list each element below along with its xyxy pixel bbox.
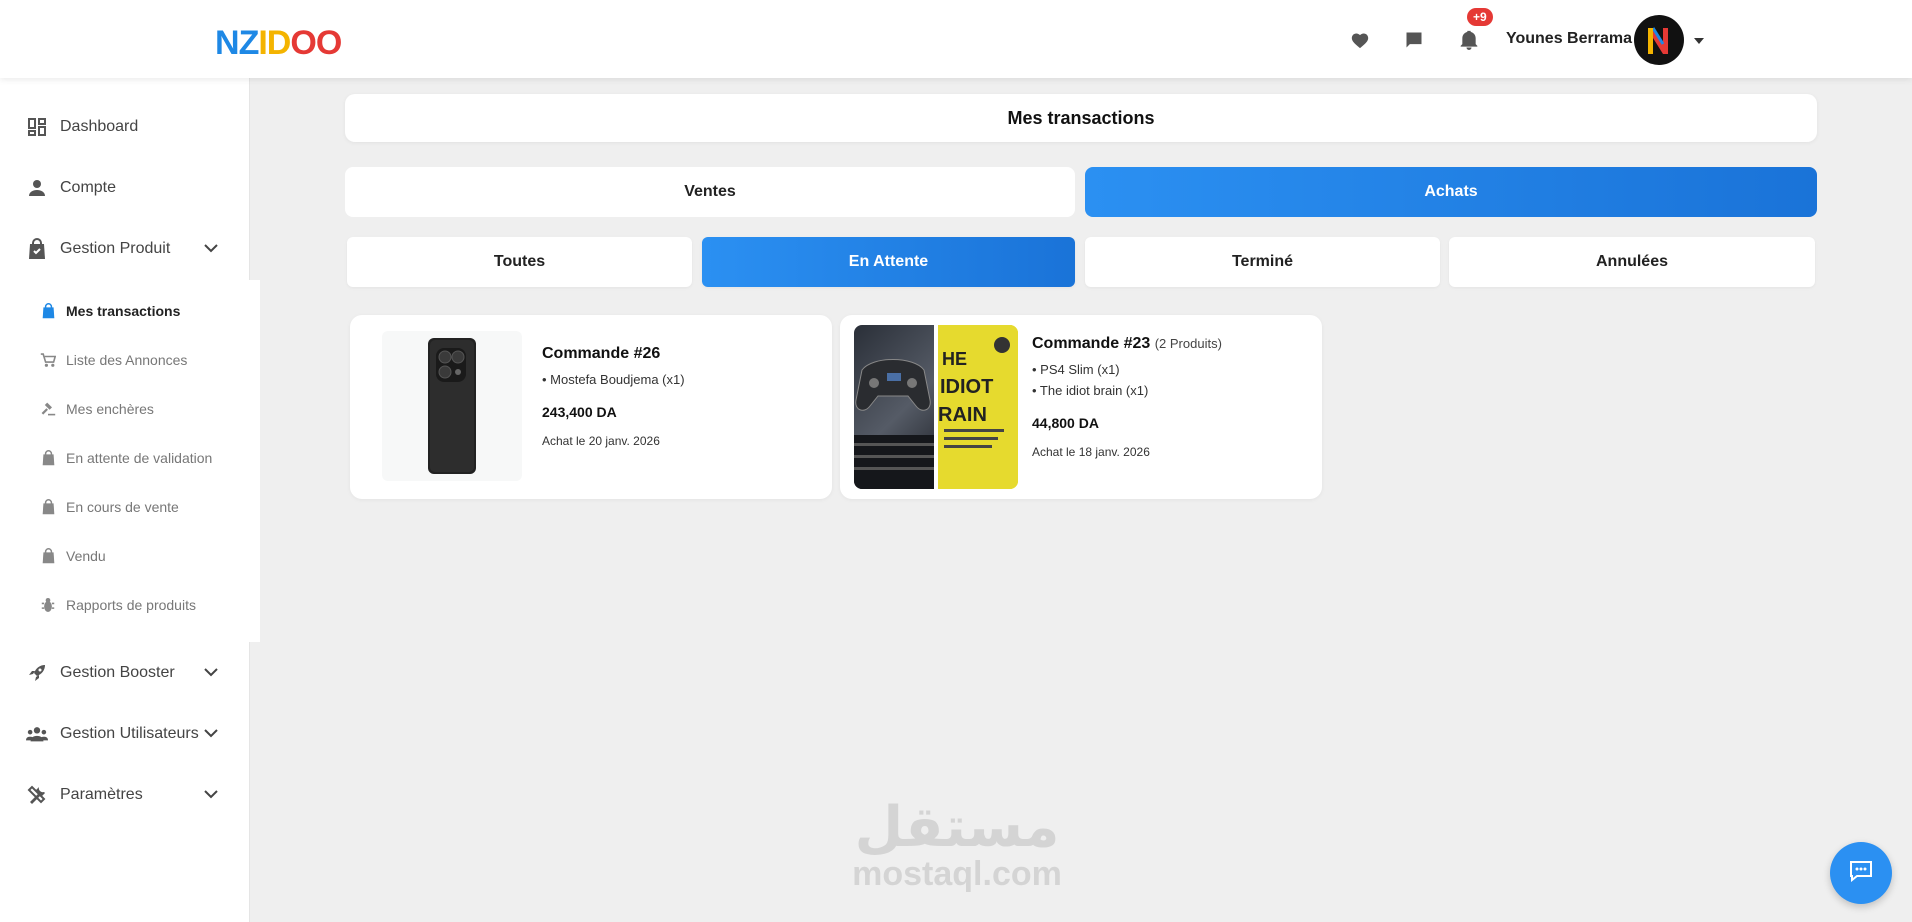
sidebar: Dashboard Compte Gestion Produit Mes tra…	[0, 78, 260, 922]
order-product-count: (2 Produits)	[1154, 336, 1222, 351]
sidebar-subitem-en-attente-validation[interactable]: En attente de validation	[0, 443, 250, 473]
chevron-down-icon	[204, 786, 218, 804]
order-card[interactable]: HE IDIOT RAIN Commande #23 (2 Produits) …	[840, 315, 1322, 499]
tab-termine[interactable]: Terminé	[1085, 237, 1440, 287]
brand-logo[interactable]: NZIDOO	[215, 24, 342, 63]
bell-icon[interactable]	[1455, 26, 1483, 54]
order-price: 243,400 DA	[542, 404, 617, 420]
order-date: Achat le 18 janv. 2026	[1032, 445, 1150, 459]
bug-icon	[40, 597, 56, 613]
sidebar-item-label: Paramètres	[60, 786, 143, 803]
sidebar-item-gestion-produit[interactable]: Gestion Produit	[0, 229, 250, 269]
sidebar-subitem-vendu[interactable]: Vendu	[0, 541, 250, 571]
tab-toutes[interactable]: Toutes	[347, 237, 692, 287]
rocket-icon	[26, 662, 48, 684]
bag-icon	[40, 450, 56, 466]
watermark-arabic: مستقل	[854, 795, 1060, 860]
notification-badge: +9	[1467, 8, 1493, 26]
bag-icon	[40, 548, 56, 564]
order-date: Achat le 20 janv. 2026	[542, 434, 660, 448]
sidebar-item-parametres[interactable]: Paramètres	[0, 775, 250, 815]
tab-achats[interactable]: Achats	[1085, 167, 1817, 217]
order-item: • The idiot brain (x1)	[1032, 383, 1149, 398]
chevron-down-icon	[204, 725, 218, 743]
order-item: • PS4 Slim (x1)	[1032, 362, 1120, 377]
sidebar-item-label: Compte	[60, 179, 117, 196]
top-bar: NZIDOO +9 Younes Berrama	[0, 0, 1912, 78]
heart-icon[interactable]	[1346, 26, 1374, 54]
sidebar-item-compte[interactable]: Compte	[0, 168, 250, 208]
svg-text:RAIN: RAIN	[938, 404, 987, 426]
sidebar-subitem-mes-transactions[interactable]: Mes transactions	[0, 296, 250, 326]
page-title: Mes transactions	[345, 94, 1817, 142]
gavel-icon	[40, 401, 56, 417]
bag-icon	[40, 303, 56, 319]
order-title: Commande #23	[1032, 335, 1151, 352]
tab-ventes[interactable]: Ventes	[345, 167, 1075, 217]
sidebar-subnav: Mes transactions Liste des Annonces Mes …	[0, 280, 260, 642]
sidebar-item-gestion-booster[interactable]: Gestion Booster	[0, 653, 250, 693]
sidebar-subitem-rapports-produits[interactable]: Rapports de produits	[0, 590, 250, 620]
sidebar-subitem-label: Mes enchères	[66, 401, 154, 417]
product-image	[854, 325, 934, 489]
sidebar-subitem-label: Mes transactions	[66, 303, 181, 319]
sidebar-item-dashboard[interactable]: Dashboard	[0, 107, 250, 147]
order-card[interactable]: Commande #26 • Mostefa Boudjema (x1) 243…	[350, 315, 832, 499]
sidebar-item-label: Dashboard	[60, 118, 139, 135]
tab-en-attente[interactable]: En Attente	[702, 237, 1075, 287]
tab-annulees[interactable]: Annulées	[1449, 237, 1815, 287]
username[interactable]: Younes Berrama	[1506, 30, 1632, 48]
cart-icon	[40, 352, 56, 368]
sidebar-subitem-label: Liste des Annonces	[66, 352, 188, 368]
chat-button[interactable]	[1830, 842, 1892, 904]
sidebar-item-label: Gestion Utilisateurs	[60, 725, 199, 742]
product-image: HE IDIOT RAIN	[938, 325, 1018, 489]
sidebar-subitem-label: En cours de vente	[66, 499, 179, 515]
watermark: مستقل mostaql.com	[840, 795, 1074, 893]
person-icon	[26, 177, 48, 199]
users-icon	[26, 723, 48, 745]
caret-down-icon[interactable]	[1693, 32, 1705, 50]
chat-bubble-icon[interactable]	[1400, 26, 1428, 54]
sidebar-subitem-en-cours-vente[interactable]: En cours de vente	[0, 492, 250, 522]
sidebar-item-label: Gestion Booster	[60, 664, 175, 681]
sidebar-item-gestion-utilisateurs[interactable]: Gestion Utilisateurs	[0, 714, 250, 754]
order-title: Commande #26	[542, 345, 661, 362]
svg-text:HE: HE	[942, 349, 967, 369]
order-item: • Mostefa Boudjema (x1)	[542, 372, 685, 387]
chevron-down-icon	[204, 240, 218, 258]
watermark-latin: mostaql.com	[852, 855, 1062, 893]
sidebar-subitem-label: En attente de validation	[66, 450, 213, 466]
sidebar-subitem-liste-annonces[interactable]: Liste des Annonces	[0, 345, 250, 375]
chevron-down-icon	[204, 664, 218, 682]
avatar[interactable]	[1634, 15, 1684, 65]
dashboard-icon	[26, 116, 48, 138]
svg-text:IDIOT: IDIOT	[940, 376, 993, 398]
sidebar-subitem-label: Rapports de produits	[66, 597, 196, 613]
order-price: 44,800 DA	[1032, 415, 1099, 431]
sidebar-subitem-label: Vendu	[66, 548, 106, 564]
sidebar-subitem-mes-encheres[interactable]: Mes enchères	[0, 394, 250, 424]
tools-icon	[26, 784, 48, 806]
product-image	[382, 331, 522, 481]
bag-icon	[40, 499, 56, 515]
chat-icon	[1849, 860, 1873, 887]
sidebar-item-label: Gestion Produit	[60, 240, 171, 257]
bag-icon	[26, 238, 48, 260]
